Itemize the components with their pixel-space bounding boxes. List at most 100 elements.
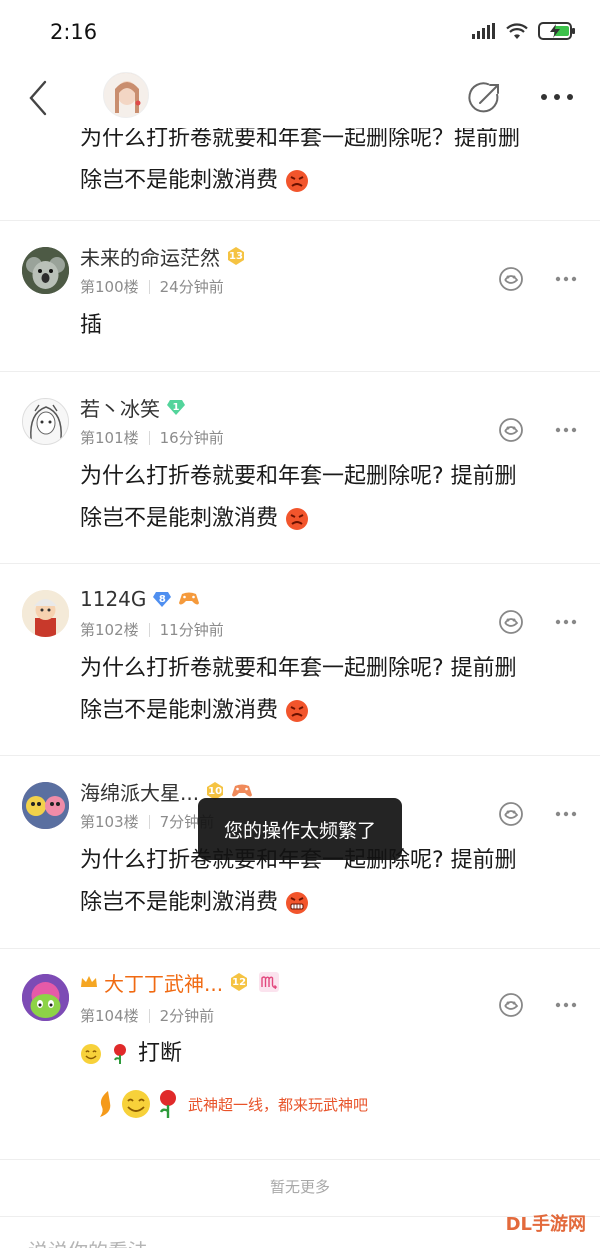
more-dots-icon [541,94,573,100]
no-more-label: 暂无更多 [269,1178,330,1196]
meta-separator [148,279,150,294]
meta-separator [148,622,150,637]
level-badge: 13 [226,246,246,266]
author-avatar-image [104,73,148,117]
comment-body: 为什么打折卷就要和年套一起删除呢? 提前删 除岂不是能刺激消费 [80,648,580,732]
comment-time: 16分钟前 [159,429,224,447]
game-controller-badge-icon [179,592,200,605]
nav-bar [0,68,600,128]
avatar[interactable] [22,782,69,829]
comment-text: 打断 [138,1041,183,1066]
signal-icon [472,23,495,39]
previous-comment-text: 为什么打折卷就要和年套一起删除呢？提前删 除岂不是能刺激消费 [80,118,580,202]
back-button[interactable] [28,78,58,118]
user-signature: 武神超一线，都来玩武神吧 [94,1088,368,1120]
green-monster-avatar-image [22,974,69,1021]
comment-text-line1: 为什么打折卷就要和年套一起删除呢? 提前删 [80,464,517,489]
comment-item: 1124G 8 第102楼 11分钟前 为什么打折卷就要和年套一起删除呢? 提前… [0,564,600,756]
scorpio-badge-icon [259,972,280,992]
username[interactable]: 若丶冰笑 [80,393,160,422]
comment-input-placeholder[interactable]: 说说你的看法 [28,1235,148,1248]
wifi-icon [506,22,528,39]
comment-item: 未来的命运茫然 13 第100楼 24分钟前 插 [0,221,600,372]
comment-more-icon[interactable] [555,618,577,626]
username[interactable]: 1124G [80,587,146,611]
like-icon[interactable] [497,801,525,827]
meta-separator [148,814,150,829]
comment-time: 2分钟前 [159,1007,215,1025]
rose-icon [159,1090,176,1118]
floor-number: 第101楼 [80,429,139,447]
meta-separator [148,430,150,445]
comment-meta: 第103楼 7分钟前 [80,811,214,832]
level-number: 13 [229,250,243,262]
level-number: 12 [232,976,247,988]
comment-item: 大丁丁武神... 12 第104楼 2分钟前 打断 [0,949,600,1160]
comment-text-line2-row: 除岂不是能刺激消费 [80,690,580,732]
like-icon[interactable] [497,266,525,292]
level-number: 10 [208,785,223,797]
comment-meta: 第102楼 11分钟前 [80,619,224,640]
name-row: 1124G 8 [80,584,200,614]
angry-face-icon [286,700,309,722]
name-row: 未来的命运茫然 13 [80,241,246,271]
comment-meta: 第101楼 16分钟前 [80,427,224,448]
avatar[interactable] [22,247,69,294]
avatar[interactable] [22,398,69,445]
comment-time: 24分钟前 [159,278,224,296]
username[interactable]: 大丁丁武神... [104,968,223,997]
rose-icon [114,1044,126,1064]
level-number: 1 [172,401,180,413]
floor-number: 第103楼 [80,813,139,831]
comment-text-line2: 除岂不是能刺激消费 [80,890,279,915]
game-controller-badge-icon [232,784,253,797]
comment-meta: 第104楼 2分钟前 [80,1005,214,1026]
username[interactable]: 海绵派大星... [80,777,199,806]
angry-face-icon [286,508,309,530]
share-button[interactable] [467,80,503,116]
comment-text-line2-row: 除岂不是能刺激消费 [80,498,580,540]
chevron-left-icon [29,80,47,116]
comment-item: 若丶冰笑 1 第101楼 16分钟前 为什么打折卷就要和年套一起删除呢? 提前删 … [0,372,600,564]
floor-number: 第104楼 [80,1007,139,1025]
like-icon[interactable] [497,992,525,1018]
name-row: 大丁丁武神... 12 [80,967,280,997]
level-badge: 8 [152,589,172,609]
share-icon [468,82,499,113]
comment-text-line1: 为什么打折卷就要和年套一起删除呢? 提前删 [80,656,517,681]
comment-more-icon[interactable] [555,1001,577,1009]
previous-comment-line2: 除岂不是能刺激消费 [80,160,580,202]
previous-comment-line2-text: 除岂不是能刺激消费 [80,168,279,193]
comment-text-line2-row: 除岂不是能刺激消费 [80,882,580,924]
battery-charging-icon [538,22,575,40]
comment-more-icon[interactable] [555,426,577,434]
comment-time: 11分钟前 [159,621,224,639]
floor-number: 第102楼 [80,621,139,639]
more-button[interactable] [540,88,574,106]
grimace-face-icon [286,892,309,914]
flame-icon [100,1091,111,1117]
post-detail-page: 2:16 为什么打折卷就要和年套一起删除呢？提前删 除岂不是能刺激消费 未来的命… [0,0,600,1248]
watermark-text: DL手游网 [505,1214,586,1235]
anime-girl-avatar-image [23,399,68,444]
koala-avatar-image [22,247,69,294]
smile-face-icon [81,1044,101,1064]
comment-body: 打断 [80,1033,580,1075]
comment-more-icon[interactable] [555,275,577,283]
cartoon-group-avatar-image [22,782,69,829]
angry-face-icon [286,170,309,192]
username[interactable]: 未来的命运茫然 [80,242,220,271]
comment-body: 为什么打折卷就要和年套一起删除呢? 提前删 除岂不是能刺激消费 [80,456,580,540]
level-badge: 12 [229,972,249,992]
level-badge: 1 [166,397,186,417]
avatar[interactable] [22,590,69,637]
like-icon[interactable] [497,609,525,635]
comment-text-line2: 除岂不是能刺激消费 [80,698,279,723]
avatar[interactable] [22,974,69,1021]
like-icon[interactable] [497,417,525,443]
signature-text: 武神超一线，都来玩武神吧 [188,1095,369,1114]
name-row: 若丶冰笑 1 [80,392,186,422]
comment-text-line2: 除岂不是能刺激消费 [80,506,279,531]
author-avatar[interactable] [103,72,149,118]
comment-more-icon[interactable] [555,810,577,818]
